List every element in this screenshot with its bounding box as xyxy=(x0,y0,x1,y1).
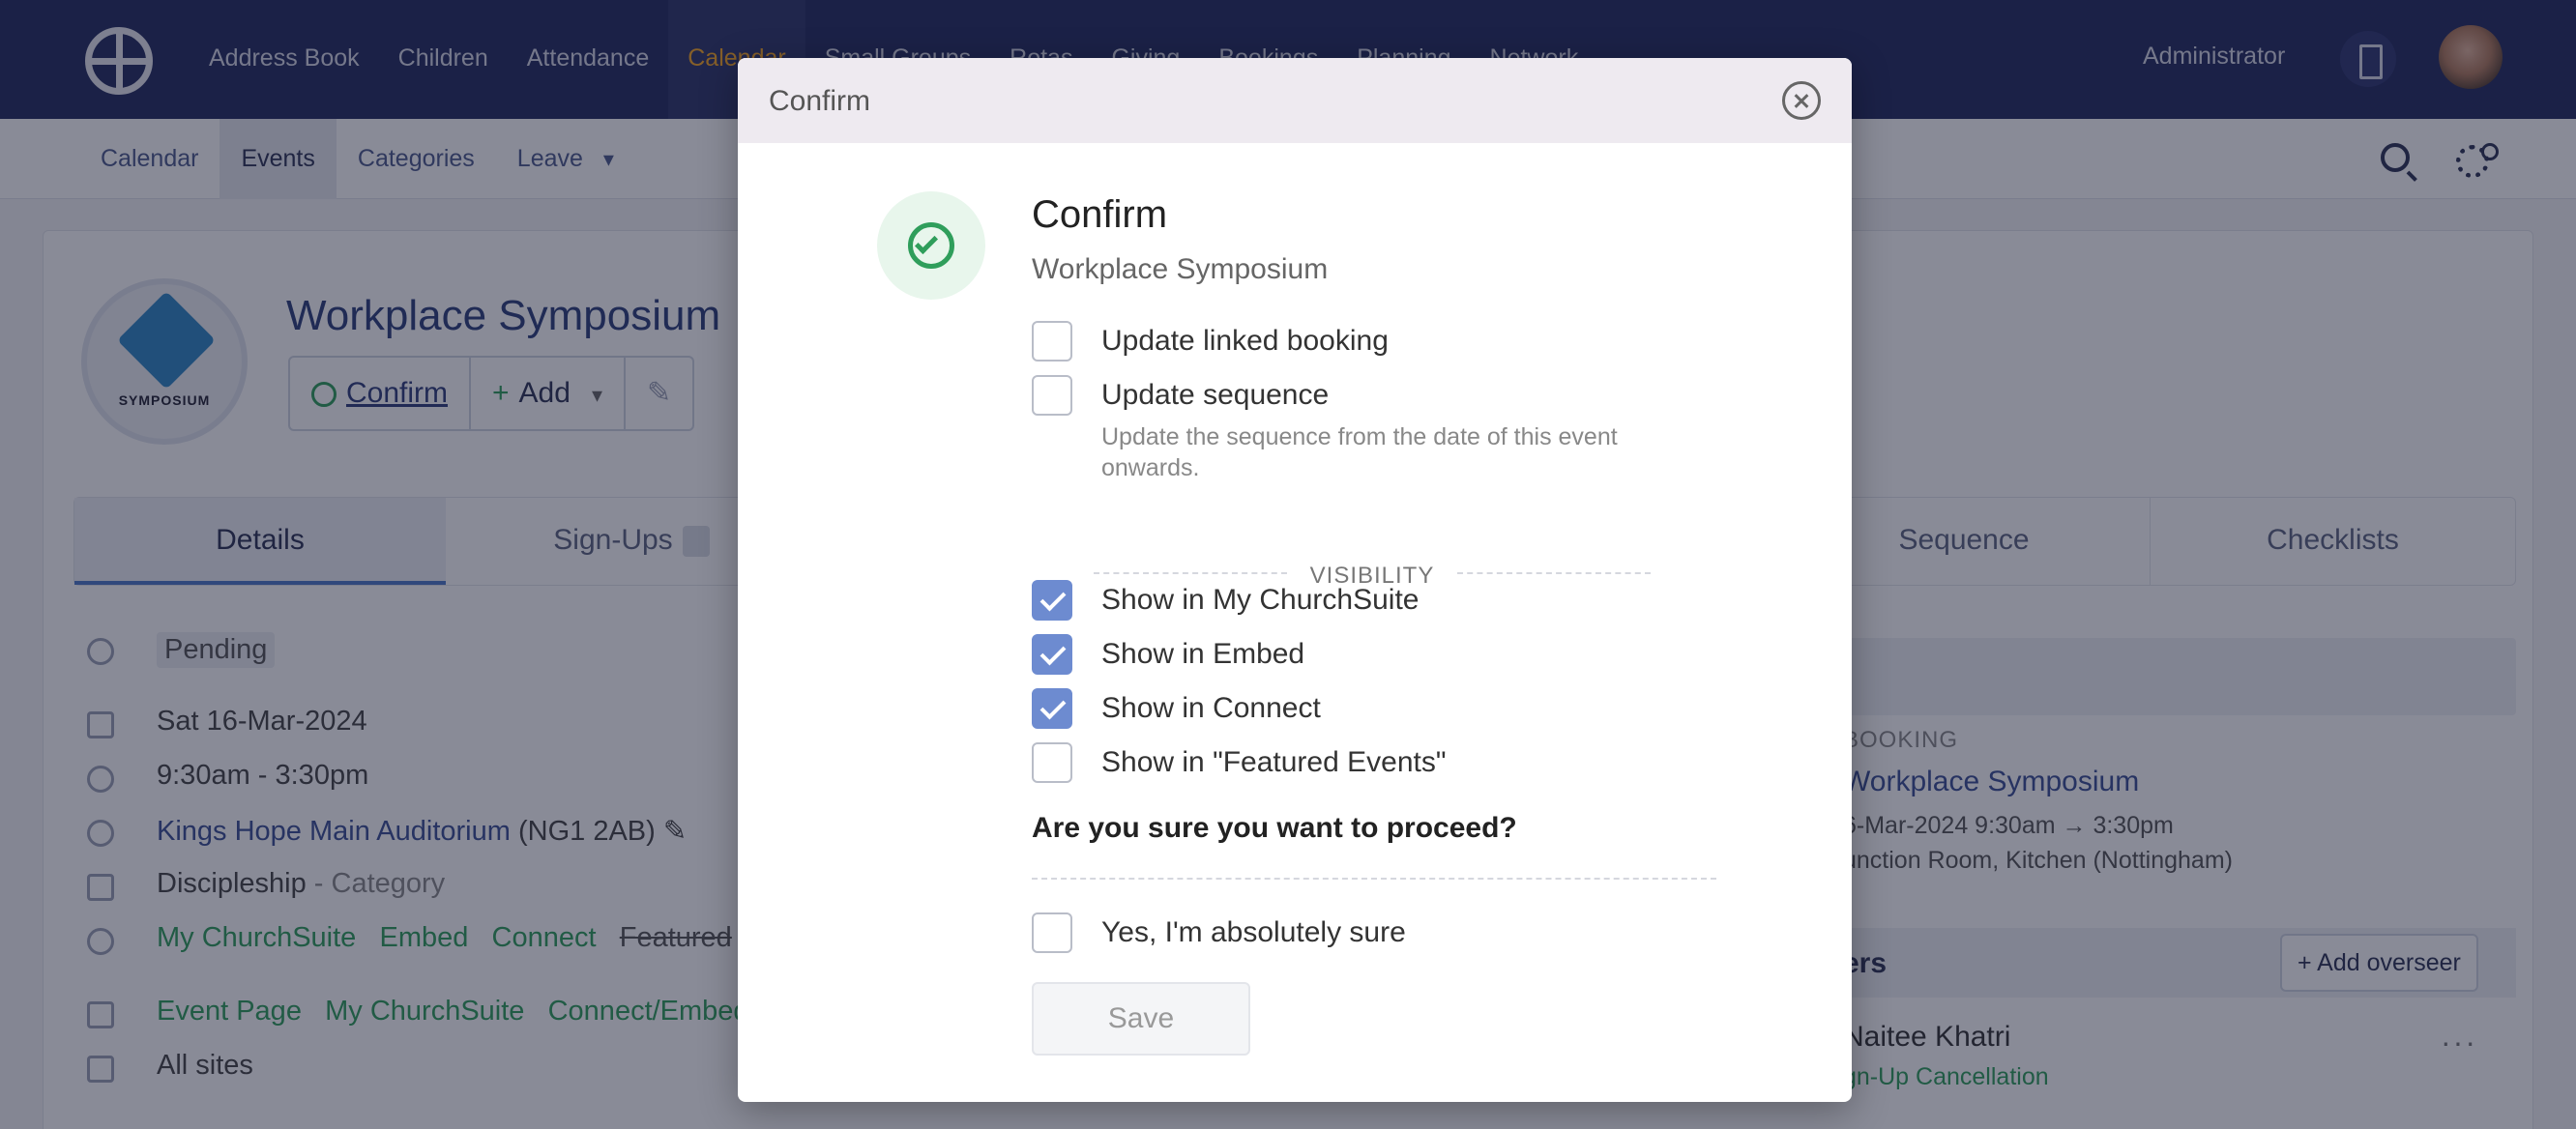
checkbox-checked[interactable] xyxy=(1032,688,1072,729)
checkbox[interactable] xyxy=(1032,912,1072,953)
divider xyxy=(1032,878,1716,880)
checkbox[interactable] xyxy=(1032,375,1072,416)
checkbox[interactable] xyxy=(1032,742,1072,783)
option-label: Show in Embed xyxy=(1101,638,1305,670)
option-label: Update linked booking xyxy=(1101,325,1389,357)
checkbox-checked[interactable] xyxy=(1032,634,1072,675)
checkbox-checked[interactable] xyxy=(1032,580,1072,621)
close-icon[interactable] xyxy=(1782,81,1821,120)
checkbox[interactable] xyxy=(1032,321,1072,362)
option-label: Show in Connect xyxy=(1101,692,1321,724)
confirm-modal: Confirm Confirm Workplace Symposium Upda… xyxy=(738,58,1852,1102)
modal-header: Confirm xyxy=(738,58,1852,143)
modal-title: Confirm xyxy=(1032,193,1168,236)
option-label: Show in "Featured Events" xyxy=(1101,746,1447,778)
sequence-help-text: Update the sequence from the date of thi… xyxy=(1101,423,1618,481)
confirm-question: Are you sure you want to proceed? xyxy=(1032,812,1517,844)
status-circle xyxy=(877,191,985,300)
save-button[interactable]: Save xyxy=(1032,982,1250,1056)
option-label: Yes, I'm absolutely sure xyxy=(1101,916,1406,948)
option-label: Update sequence xyxy=(1101,379,1330,411)
modal-header-title: Confirm xyxy=(769,85,871,117)
option-label: Show in My ChurchSuite xyxy=(1101,584,1420,616)
visibility-divider: VISIBILITY xyxy=(1094,563,1651,589)
modal-subtitle: Workplace Symposium xyxy=(1032,253,1329,285)
